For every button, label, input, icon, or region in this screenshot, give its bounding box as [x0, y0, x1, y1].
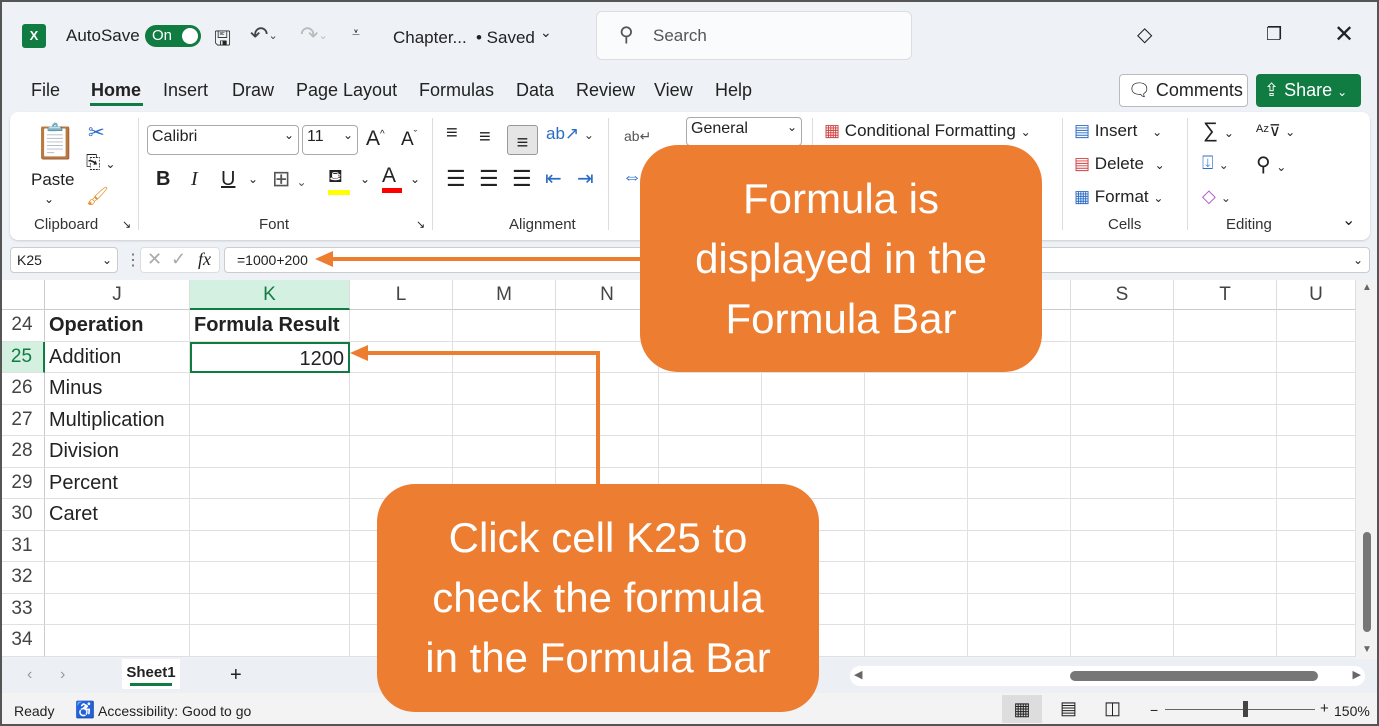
arrowhead: [315, 251, 333, 267]
callout-formula-bar: Formula is displayed in the Formula Bar: [640, 145, 1042, 372]
callout-click-cell: Click cell K25 to check the formula in t…: [377, 484, 819, 712]
callout-line: Formula Bar: [725, 294, 957, 342]
callout-line: Click cell K25 to: [448, 514, 748, 561]
callout-line: in the Formula Bar: [425, 634, 771, 681]
callout-line: Formula is: [742, 174, 940, 222]
arrow-to-cell-k25: [366, 351, 600, 490]
callout-line: displayed in the: [695, 234, 987, 282]
callout-line: check the formula: [432, 574, 764, 621]
arrowhead: [350, 345, 368, 361]
